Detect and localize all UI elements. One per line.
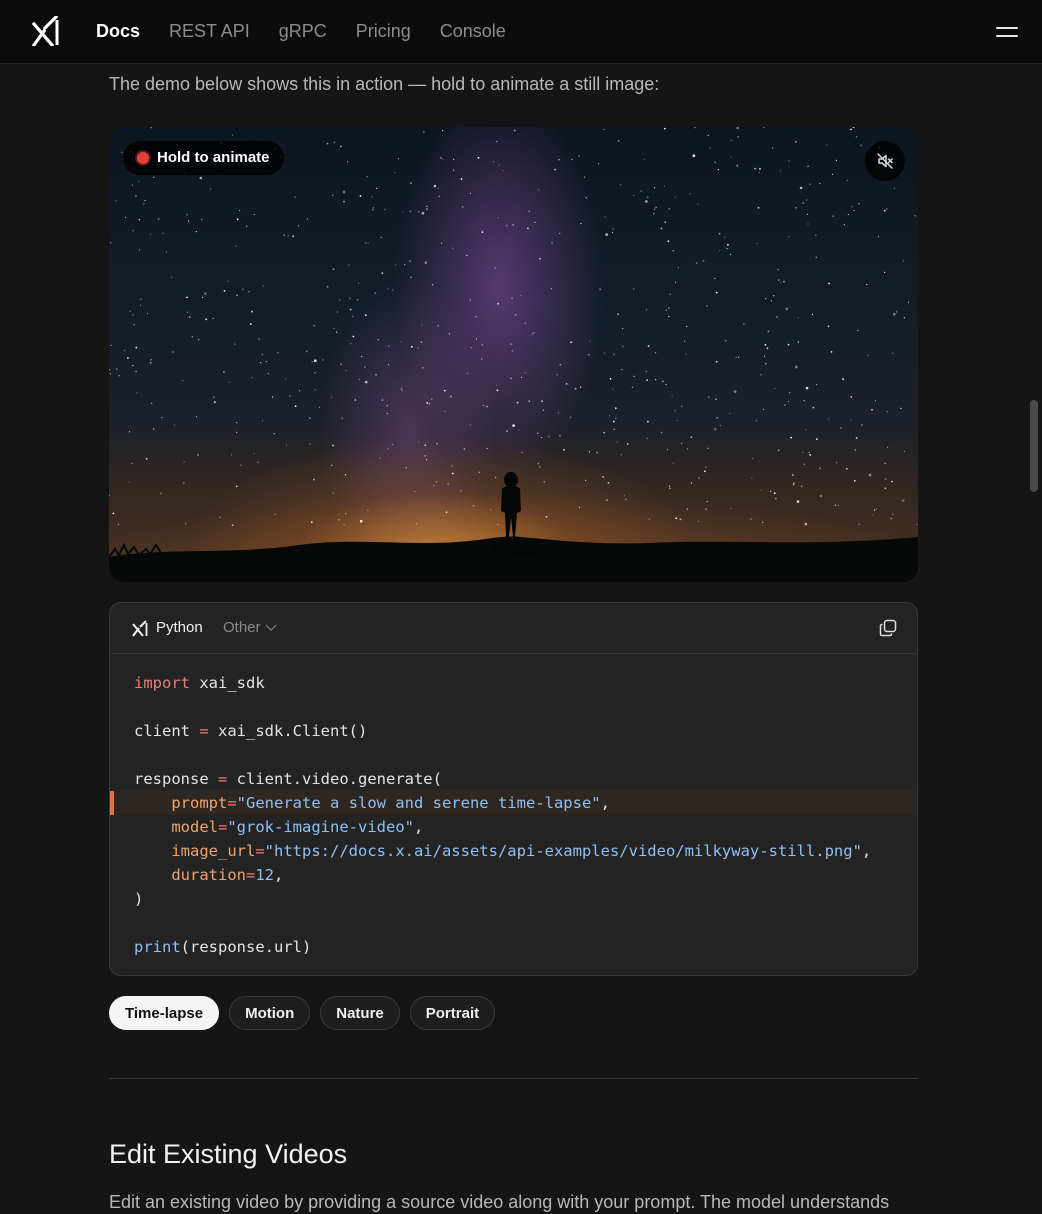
- code-line: ): [110, 887, 917, 911]
- section-paragraph: Edit an existing video by providing a so…: [109, 1192, 890, 1212]
- code-token: =: [245, 866, 256, 884]
- code-token: print: [134, 938, 181, 956]
- demo-image-milky-way[interactable]: Hold to animate: [109, 127, 918, 582]
- chip-portrait[interactable]: Portrait: [409, 996, 496, 1030]
- code-token: "https://docs.x.ai/assets/api-examples/v…: [264, 842, 862, 860]
- code-example-card: Python Other import xai_sdkclient = xai_…: [109, 602, 918, 976]
- language-tab-python[interactable]: Python: [156, 618, 203, 638]
- code-token: =: [218, 770, 228, 788]
- language-dropdown-other[interactable]: Other: [223, 618, 277, 638]
- code-token: ,: [861, 842, 872, 860]
- chip-nature[interactable]: Nature: [320, 996, 400, 1030]
- code-body: import xai_sdkclient = xai_sdk.Client()r…: [110, 671, 917, 959]
- code-token: prompt: [134, 794, 228, 812]
- code-line: image_url="https://docs.x.ai/assets/api-…: [110, 839, 917, 863]
- code-line: duration=12,: [110, 863, 917, 887]
- language-other-label: Other: [223, 619, 261, 636]
- mute-button[interactable]: [865, 141, 905, 181]
- code-token: "grok-imagine-video": [227, 818, 414, 836]
- speaker-muted-icon: [877, 153, 893, 169]
- hold-to-animate-label: Hold to animate: [157, 149, 270, 166]
- hold-to-animate-button[interactable]: Hold to animate: [123, 141, 284, 175]
- code-token: ,: [274, 866, 284, 884]
- record-indicator-icon: [137, 152, 149, 164]
- nav-docs[interactable]: Docs: [96, 19, 140, 43]
- code-token: 12: [255, 866, 274, 884]
- code-token: client.video.generate(: [227, 770, 442, 788]
- code-token: ,: [413, 818, 424, 836]
- intro-text: The demo below shows this in action — ho…: [109, 74, 660, 94]
- code-token: xai_sdk: [190, 674, 265, 692]
- code-token: ,: [600, 794, 610, 812]
- code-line: response = client.video.generate(: [110, 767, 917, 791]
- example-chips: Time-lapse Motion Nature Portrait: [109, 996, 496, 1030]
- code-token: client: [134, 722, 200, 740]
- code-token: (response.url): [180, 938, 312, 956]
- code-token: "Generate a slow and serene time-lapse": [236, 794, 601, 812]
- nav-console[interactable]: Console: [440, 19, 506, 43]
- code-token: =: [255, 842, 265, 860]
- code-line: print(response.url): [110, 935, 917, 959]
- code-token: model: [134, 818, 218, 836]
- top-navigation-bar: Docs REST API gRPC Pricing Console: [0, 0, 1042, 64]
- code-token: response: [134, 770, 218, 788]
- code-header: Python Other: [110, 603, 917, 654]
- nav-pricing[interactable]: Pricing: [356, 19, 411, 43]
- xai-logo-small-icon: [132, 620, 148, 637]
- silhouette-landscape: [109, 472, 918, 582]
- code-line: model="grok-imagine-video",: [110, 815, 917, 839]
- chip-motion[interactable]: Motion: [229, 996, 311, 1030]
- code-line: client = xai_sdk.Client(): [110, 719, 917, 743]
- chevron-down-icon: [264, 619, 277, 631]
- code-token: =: [227, 794, 237, 812]
- code-token: import: [134, 674, 190, 692]
- page-scrollbar-thumb[interactable]: [1030, 400, 1038, 492]
- code-token: xai_sdk.Client(): [208, 722, 368, 740]
- section-divider: [109, 1078, 918, 1079]
- code-token: duration: [134, 866, 246, 884]
- chip-time-lapse[interactable]: Time-lapse: [109, 996, 220, 1030]
- code-line: prompt="Generate a slow and serene time-…: [110, 791, 917, 815]
- code-token: ): [134, 890, 144, 908]
- nav-grpc[interactable]: gRPC: [279, 19, 327, 43]
- code-line: import xai_sdk: [110, 671, 917, 695]
- nav-rest-api[interactable]: REST API: [169, 19, 250, 43]
- section-heading: Edit Existing Videos: [109, 1139, 348, 1169]
- code-token: =: [218, 818, 228, 836]
- code-token: image_url: [134, 842, 256, 860]
- hamburger-menu-icon[interactable]: [994, 23, 1020, 41]
- xai-logo-icon[interactable]: [32, 16, 60, 46]
- copy-icon[interactable]: [878, 618, 898, 638]
- main-nav: Docs REST API gRPC Pricing Console: [96, 19, 506, 43]
- code-token: =: [199, 722, 209, 740]
